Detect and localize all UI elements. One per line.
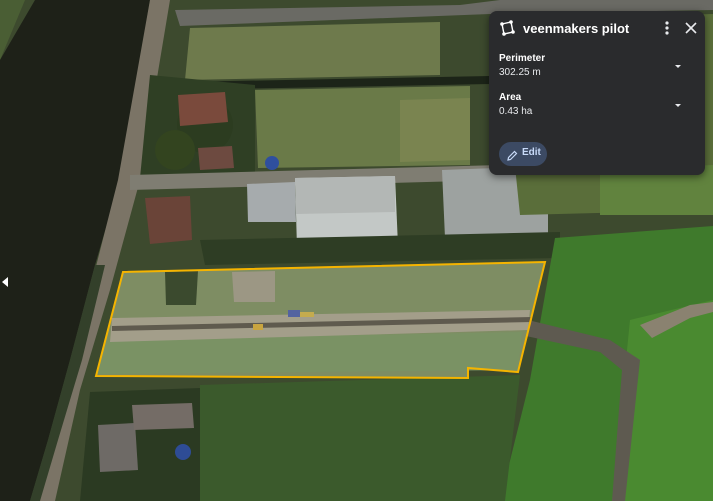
measurement-panel: veenmakers pilot Perimeter 302.25 m Area… [489,11,705,175]
close-icon[interactable] [683,19,699,37]
area-value: 0.43 ha [499,106,533,117]
more-vert-icon[interactable] [659,19,675,37]
chevron-down-icon[interactable] [673,57,683,68]
panel-header: veenmakers pilot [489,11,705,45]
perimeter-label: Perimeter [499,53,546,64]
pencil-icon [507,148,518,161]
polygon-icon [499,20,515,36]
edit-label: Edit [522,147,541,158]
map-left-chevron-icon[interactable] [2,274,10,287]
perimeter-row[interactable]: Perimeter 302.25 m [489,53,705,87]
area-row[interactable]: Area 0.43 ha [489,92,705,126]
chevron-down-icon[interactable] [673,96,683,107]
area-label: Area [499,92,522,103]
edit-button[interactable]: Edit [499,142,547,166]
perimeter-value: 302.25 m [499,67,541,78]
panel-title: veenmakers pilot [523,21,630,36]
